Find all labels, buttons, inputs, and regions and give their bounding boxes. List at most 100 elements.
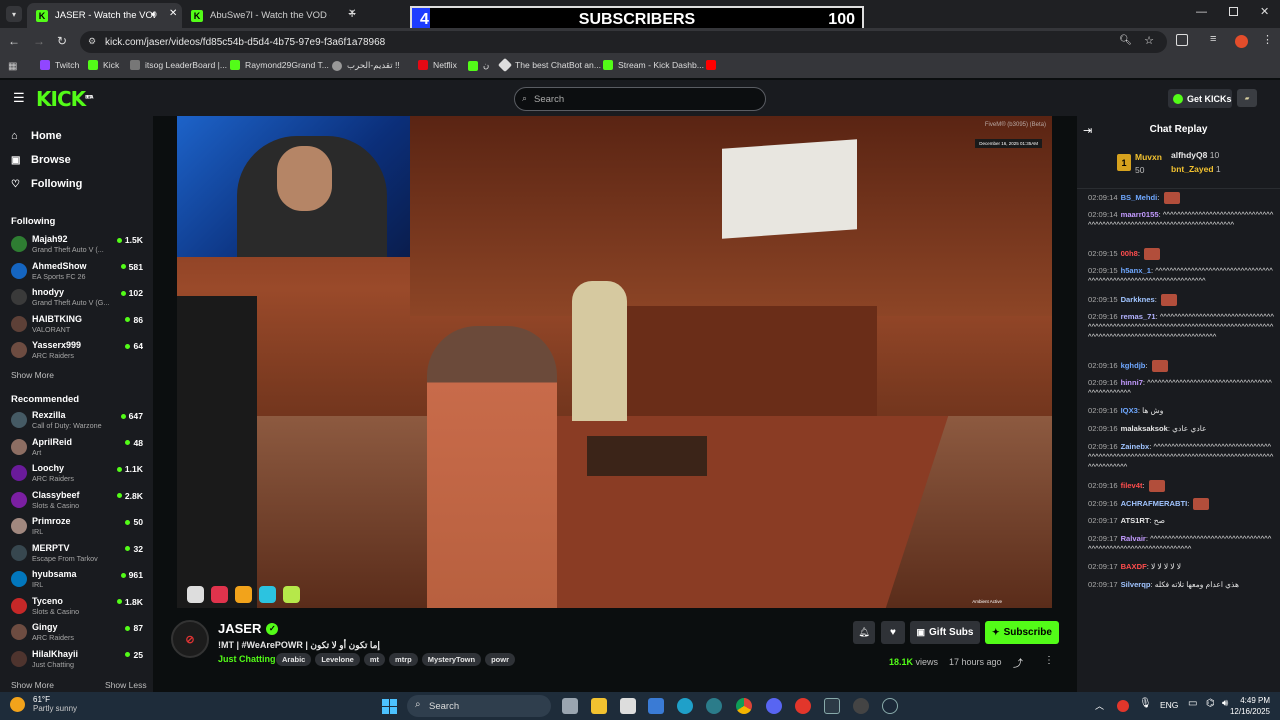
chat-username[interactable]: BS_Mehdi	[1121, 193, 1158, 202]
obs-icon[interactable]	[853, 698, 869, 714]
media-control-icon[interactable]: ≡	[1210, 33, 1216, 45]
task-view-icon[interactable]	[562, 698, 578, 714]
sidebar-channel[interactable]: Yasserx999 ARC Raiders 64	[11, 340, 145, 362]
sidebar-channel[interactable]: HAIBTKING VALORANT 86	[11, 314, 145, 336]
chrome-icon[interactable]	[736, 698, 752, 714]
tab-jaser[interactable]: K JASER - Watch the VOD on 🔊︎ ✕	[27, 3, 182, 28]
follow-heart-button[interactable]: ♥	[881, 621, 905, 644]
stream-tag[interactable]: MysteryTown	[421, 653, 482, 666]
chat-username[interactable]: kghdjb	[1121, 361, 1146, 370]
network-icon[interactable]: ⌬	[1206, 698, 1215, 709]
top-gifter-1[interactable]: Muvxn 50	[1135, 152, 1162, 175]
bookmark-star-icon[interactable]: ☆	[1144, 34, 1154, 47]
chat-username[interactable]: IQX3	[1121, 406, 1138, 415]
stream-tag[interactable]: mtrp	[389, 653, 418, 666]
sidebar-channel[interactable]: Primroze IRL 50	[11, 516, 145, 538]
sidebar-channel[interactable]: Gingy ARC Raiders 87	[11, 622, 145, 644]
chat-username[interactable]: Zainebx	[1121, 442, 1150, 451]
sidebar-channel[interactable]: Tyceno Slots & Casino 1.8K	[11, 596, 145, 618]
search-input[interactable]: ⌕ Search	[514, 87, 766, 111]
bookmark-kick-2[interactable]: ن	[468, 60, 489, 71]
bookmark-twitch[interactable]: Twitch	[40, 60, 79, 70]
tab-abuswe7l[interactable]: K AbuSwe7l - Watch the VOD on ✕	[182, 3, 362, 28]
chat-username[interactable]: Silverqp	[1121, 580, 1151, 589]
top-gifter-3[interactable]: bnt_Zayed 1	[1171, 164, 1221, 174]
mail-icon[interactable]	[648, 698, 664, 714]
tray-overflow-icon[interactable]: ︿	[1095, 699, 1104, 712]
user-avatar[interactable]: ▰	[1237, 89, 1257, 107]
zoom-icon[interactable]: 🔍︎	[1119, 35, 1132, 46]
microphone-icon[interactable]: 🎙︎	[1139, 698, 1152, 709]
tray-app-icon[interactable]	[1117, 700, 1129, 712]
bookmark-youtube[interactable]	[706, 60, 721, 70]
extensions-icon[interactable]	[1176, 34, 1188, 46]
edge-icon[interactable]	[677, 698, 693, 714]
sidebar-channel[interactable]: HilalKhayii Just Chatting 25	[11, 649, 145, 671]
channel-name[interactable]: JASER ✓	[218, 621, 279, 636]
forward-icon[interactable]: →	[33, 34, 45, 48]
notification-bell-button[interactable]: 🔔︎	[853, 621, 875, 644]
kick-logo[interactable]: KICKBETA	[36, 87, 93, 111]
stream-tag[interactable]: powr	[485, 653, 515, 666]
show-less-recommended[interactable]: Show Less	[105, 680, 147, 690]
steam-icon[interactable]	[882, 698, 898, 714]
stream-tag[interactable]: mt	[363, 653, 386, 666]
web-app-icon[interactable]	[706, 698, 722, 714]
hamburger-menu-icon[interactable]: ☰	[13, 90, 25, 106]
sidebar-channel[interactable]: MERPTV Escape From Tarkov 32	[11, 543, 145, 565]
chat-username[interactable]: remas_71	[1121, 312, 1156, 321]
sidebar-channel[interactable]: Rexzilla Call of Duty: Warzone 647	[11, 410, 145, 432]
stream-tag[interactable]: Arabic	[276, 653, 312, 666]
sidebar-channel[interactable]: Loochy ARC Raiders 1.1K	[11, 463, 145, 485]
maximize-button[interactable]	[1229, 7, 1238, 16]
bookmark-kick[interactable]: Kick	[88, 60, 119, 70]
language-indicator[interactable]: ENG	[1160, 700, 1178, 710]
chat-username[interactable]: h5anx_1	[1121, 266, 1151, 275]
chat-username[interactable]: 00h8	[1121, 249, 1138, 258]
close-tab-icon[interactable]: ✕	[169, 8, 177, 19]
browser-menu-icon[interactable]: ⋮	[1262, 33, 1273, 46]
back-icon[interactable]: ←	[8, 34, 20, 48]
address-bar[interactable]: ⚙ kick.com/jaser/videos/fd85c54b-d5d4-4b…	[80, 31, 1167, 53]
profile-avatar[interactable]	[1235, 35, 1248, 48]
chat-username[interactable]: ATS1RT	[1121, 516, 1150, 525]
clock[interactable]: 4:49 PM 12/16/2025	[1228, 695, 1270, 717]
chat-username[interactable]: malaksaksok	[1121, 424, 1168, 433]
subscribe-button[interactable]: ✦ Subscribe	[985, 621, 1059, 644]
channel-avatar[interactable]: ⊘	[171, 620, 209, 658]
taskbar-search[interactable]: ⌕ Search	[407, 695, 551, 717]
chat-username[interactable]: ACHRAFMERABTI	[1121, 499, 1188, 508]
stream-tag[interactable]: Levelone	[315, 653, 360, 666]
nav-browse[interactable]: ▣ Browse	[11, 154, 71, 166]
minimize-button[interactable]: —	[1196, 6, 1207, 18]
sidebar-channel[interactable]: AprilReid Art 48	[11, 437, 145, 459]
sidebar-channel[interactable]: hyubsama IRL 961	[11, 569, 145, 591]
show-more-recommended[interactable]: Show More	[11, 680, 54, 690]
chat-username[interactable]: Ralvair	[1121, 534, 1146, 543]
bookmark-arabic[interactable]: تقديم-الحرب !!	[332, 60, 400, 71]
chat-username[interactable]: filev4t	[1121, 481, 1143, 490]
sidebar-channel[interactable]: hnodyy Grand Theft Auto V (G... 102	[11, 287, 145, 309]
bookmark-netflix[interactable]: Netflix	[418, 60, 457, 70]
show-more-following[interactable]: Show More	[11, 370, 54, 380]
close-window-button[interactable]: ✕	[1260, 5, 1269, 18]
get-kicks-button[interactable]: Get KICKs	[1168, 89, 1232, 108]
bookmark-raymond[interactable]: Raymond29Grand T...	[230, 60, 329, 70]
nav-home[interactable]: ⌂ Home	[11, 130, 62, 142]
nav-following[interactable]: ♡ Following	[11, 178, 82, 190]
sidebar-channel[interactable]: Classybeef Slots & Casino 2.8K	[11, 490, 145, 512]
display-icon[interactable]: ▭	[1188, 698, 1197, 709]
bookmark-leaderboard[interactable]: itsog LeaderBoard |...	[130, 60, 227, 70]
share-icon[interactable]: ⤴	[1013, 655, 1023, 670]
sidebar-channel[interactable]: Majah92 Grand Theft Auto V (... 1.5K	[11, 234, 145, 256]
speaker-icon[interactable]: 🔊︎	[151, 9, 157, 20]
site-info-icon[interactable]: ⚙	[88, 36, 96, 47]
video-player[interactable]: FiveM® (b3095) (Beta) December 16, 2025 …	[177, 116, 1052, 608]
reload-icon[interactable]: ↻	[57, 34, 67, 48]
terminal-icon[interactable]	[824, 698, 840, 714]
top-gifter-2[interactable]: alfhdyQ8 10	[1171, 150, 1219, 160]
chat-username[interactable]: BAXDF	[1121, 562, 1147, 571]
stream-category[interactable]: Just Chatting	[218, 654, 276, 664]
new-tab-button[interactable]: +	[348, 5, 356, 21]
ea-icon[interactable]	[795, 698, 811, 714]
